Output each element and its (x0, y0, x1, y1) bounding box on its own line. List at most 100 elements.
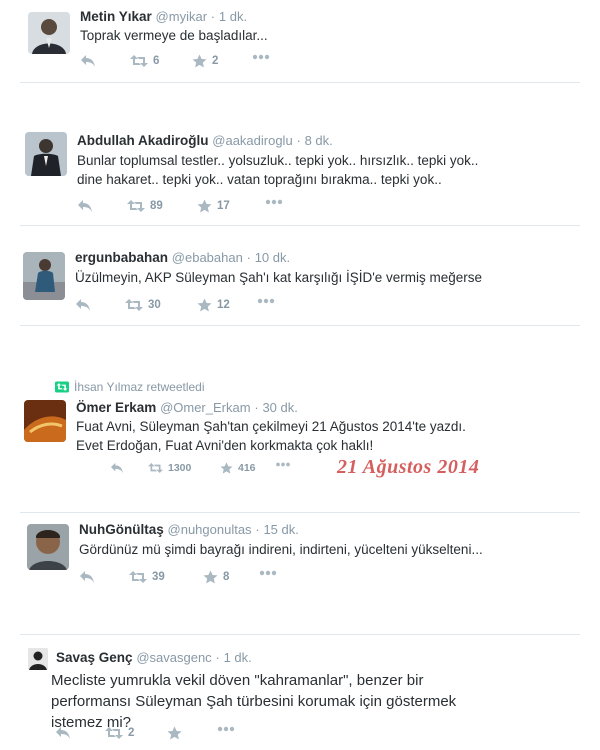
author-handle[interactable]: @ebabahan (172, 250, 243, 265)
tweet: Metin Yıkar @myikar · 1 dk. Toprak verme… (0, 0, 600, 82)
retweet-button[interactable]: 1300 (148, 462, 191, 474)
tweet-actions: 39 8 (79, 570, 379, 586)
author-handle[interactable]: @myikar (156, 9, 207, 24)
tweet-text: Mecliste yumrukla vekil döven "kahramanl… (51, 672, 457, 731)
tweet-actions: 6 2 (80, 54, 380, 70)
tweet-text: Bunlar toplumsal testler.. yolsuzluk.. t… (77, 153, 479, 187)
retweet-count: 30 (148, 299, 161, 311)
more-button[interactable] (265, 199, 283, 205)
retweet-context-label: İhsan Yılmaz retweetledi (74, 380, 205, 394)
author-name[interactable]: NuhGönültaş (79, 522, 164, 537)
retweet-button[interactable]: 89 (127, 199, 163, 213)
more-button[interactable] (252, 54, 270, 60)
retweet-icon (125, 299, 143, 311)
avatar-photo (28, 648, 48, 670)
timestamp[interactable]: 30 dk. (262, 400, 297, 415)
retweet-icon (130, 55, 148, 67)
tweet-text: Üzülmeyin, AKP Süleyman Şah'ı kat karşıl… (75, 270, 483, 285)
retweet-count: 2 (128, 727, 135, 739)
retweet-icon (127, 200, 145, 212)
favorite-button[interactable]: 416 (220, 462, 256, 474)
tweet-text: Gördünüz mü şimdi bayrağı indireni, indi… (79, 542, 483, 557)
more-button[interactable] (259, 570, 277, 576)
divider (20, 325, 580, 326)
separator-dot: · (246, 250, 251, 265)
tweet-actions: 89 17 (77, 199, 377, 215)
avatar[interactable] (28, 648, 48, 670)
more-icon (265, 199, 283, 205)
favorite-count: 12 (217, 299, 230, 311)
favorite-button[interactable]: 12 (197, 298, 230, 312)
tweet-header: NuhGönültaş @nuhgonultas · 15 dk. (79, 522, 299, 538)
favorite-button[interactable] (167, 726, 187, 740)
reply-button[interactable] (55, 726, 71, 740)
author-name[interactable]: Savaş Genç (56, 650, 133, 665)
tweet-header: Ömer Erkam @Omer_Erkam · 30 dk. (76, 400, 298, 416)
author-handle[interactable]: @Omer_Erkam (160, 400, 251, 415)
reply-button[interactable] (80, 54, 96, 68)
author-name[interactable]: Abdullah Akadiroğlu (77, 133, 209, 148)
author-handle[interactable]: @aakadiroglu (212, 133, 292, 148)
retweet-button[interactable]: 6 (130, 54, 159, 68)
retweet-button[interactable]: 30 (125, 298, 161, 312)
tweet-actions: 1300 416 (110, 462, 330, 478)
author-name[interactable]: Metin Yıkar (80, 9, 152, 24)
retweet-count: 89 (150, 200, 163, 212)
tweet: Abdullah Akadiroğlu @aakadiroglu · 8 dk.… (0, 120, 600, 220)
more-button[interactable] (217, 726, 235, 732)
tweet-header: Metin Yıkar @myikar · 1 dk. (80, 9, 247, 25)
author-name[interactable]: ergunbabahan (75, 250, 168, 265)
retweet-button[interactable]: 2 (105, 726, 134, 740)
retweet-count: 6 (153, 55, 160, 67)
favorite-button[interactable]: 17 (197, 199, 230, 213)
timestamp[interactable]: 1 dk. (224, 650, 252, 665)
more-icon (276, 462, 290, 467)
author-handle[interactable]: @nuhgonultas (168, 522, 252, 537)
retweet-button[interactable]: 39 (129, 570, 165, 584)
separator-dot: · (254, 400, 259, 415)
tweet: İhsan Yılmaz retweetledi Ömer Erkam @Ome… (0, 370, 600, 480)
reply-button[interactable] (77, 199, 93, 213)
separator-dot: · (210, 9, 216, 24)
reply-button[interactable] (110, 462, 124, 474)
tweet-text: Toprak vermeye de başladılar... (80, 28, 268, 43)
avatar[interactable] (23, 252, 65, 300)
favorite-button[interactable]: 2 (192, 54, 218, 68)
separator-dot: · (255, 522, 260, 537)
reply-button[interactable] (75, 298, 91, 312)
separator-dot: · (296, 133, 301, 148)
more-icon (257, 298, 275, 304)
retweet-icon (148, 463, 163, 473)
retweet-count: 1300 (168, 462, 192, 474)
reply-icon (76, 299, 90, 311)
avatar-photo (23, 252, 65, 300)
reply-icon (56, 727, 70, 739)
favorite-button[interactable]: 8 (203, 570, 229, 584)
more-icon (252, 54, 270, 60)
more-button[interactable] (257, 298, 275, 304)
author-name[interactable]: Ömer Erkam (76, 400, 156, 415)
avatar[interactable] (25, 132, 67, 176)
reply-icon (111, 462, 123, 474)
favorite-icon (197, 199, 212, 213)
avatar-photo (24, 400, 66, 442)
more-button[interactable] (275, 462, 291, 467)
timestamp[interactable]: 10 dk. (255, 250, 290, 265)
tweet-actions: 2 (55, 726, 355, 742)
retweet-context[interactable]: İhsan Yılmaz retweetledi (55, 380, 205, 394)
favorite-count: 2 (212, 55, 219, 67)
timestamp[interactable]: 1 dk. (219, 9, 247, 24)
avatar-photo (27, 524, 69, 570)
avatar[interactable] (28, 12, 70, 54)
author-handle[interactable]: @savasgenc (136, 650, 211, 665)
timestamp[interactable]: 8 dk. (305, 133, 333, 148)
favorite-count: 416 (238, 462, 256, 474)
timestamp[interactable]: 15 dk. (263, 522, 298, 537)
separator-dot: · (215, 650, 220, 665)
favorite-count: 17 (217, 200, 230, 212)
divider (20, 225, 580, 226)
reply-button[interactable] (79, 570, 95, 584)
reply-icon (78, 200, 92, 212)
avatar[interactable] (27, 524, 69, 570)
avatar[interactable] (24, 400, 66, 442)
